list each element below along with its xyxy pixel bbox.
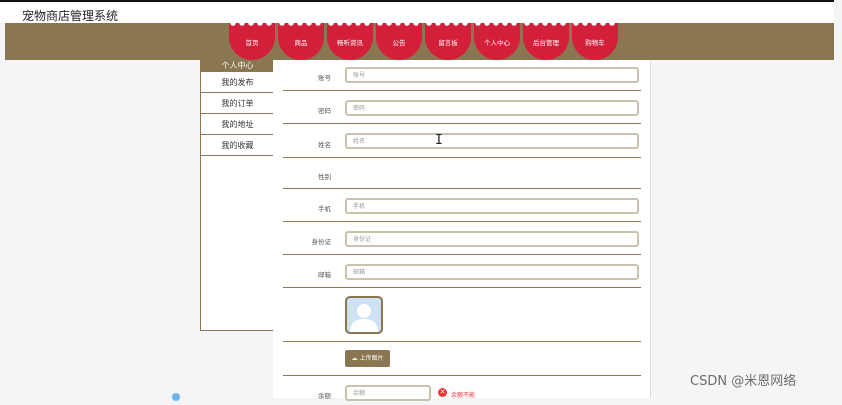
- balance-row: 余额 余额 ✕ 余额不能: [283, 375, 641, 405]
- gender-label: 性别: [318, 173, 331, 181]
- site-title: 宠物商店管理系统: [22, 9, 119, 23]
- name-label: 姓名: [318, 141, 331, 149]
- id-card-label: 身份证: [311, 238, 332, 246]
- nav-personal-center[interactable]: 个人中心: [474, 20, 520, 60]
- email-row: 邮箱 邮箱: [283, 254, 641, 288]
- sidebar-header[interactable]: 个人中心: [201, 60, 274, 72]
- password-input[interactable]: 密码: [345, 100, 639, 116]
- avatar-row: [283, 287, 641, 342]
- account-row: 账号 账号: [283, 60, 641, 91]
- upload-row: ☁ 上传图片: [283, 341, 641, 376]
- floating-dot: [172, 393, 180, 401]
- sidebar-item-my-orders[interactable]: 我的订单: [201, 93, 274, 114]
- sidebar-item-my-address[interactable]: 我的地址: [201, 114, 274, 135]
- sidebar: 个人中心 我的发布 我的订单 我的地址 我的收藏: [200, 60, 275, 331]
- nav-message-board[interactable]: 留言板: [425, 20, 471, 60]
- phone-label: 手机: [318, 205, 331, 213]
- nav-cart[interactable]: 购物车: [572, 20, 618, 60]
- phone-row: 手机 手机: [283, 188, 641, 222]
- upload-image-button[interactable]: ☁ 上传图片: [345, 350, 390, 367]
- sidebar-item-my-favorites[interactable]: 我的收藏: [201, 135, 274, 156]
- nav-news[interactable]: 畅听资讯: [327, 20, 373, 60]
- user-silhouette-icon: [350, 304, 378, 332]
- id-card-input[interactable]: 身份证: [345, 231, 639, 247]
- sidebar-item-my-posts[interactable]: 我的发布: [201, 72, 274, 93]
- email-label: 邮箱: [318, 271, 331, 279]
- password-row: 密码 密码: [283, 90, 641, 124]
- close-circle-icon: ✕: [438, 388, 447, 397]
- nav-announcements[interactable]: 公告: [376, 20, 422, 60]
- id-card-row: 身份证 身份证: [283, 221, 641, 255]
- name-row: 姓名 姓名: [283, 123, 641, 158]
- phone-input[interactable]: 手机: [345, 198, 639, 214]
- avatar[interactable]: [345, 296, 383, 334]
- name-input[interactable]: 姓名: [345, 133, 639, 149]
- password-label: 密码: [318, 107, 331, 115]
- balance-input[interactable]: 余额: [345, 385, 431, 401]
- text-cursor-icon: I: [435, 133, 443, 148]
- watermark: CSDN @米恩网络: [690, 374, 797, 389]
- nav-admin[interactable]: 后台管理: [523, 20, 569, 60]
- upload-button-label: 上传图片: [359, 355, 384, 362]
- cloud-upload-icon: ☁: [351, 355, 358, 362]
- balance-label: 余额: [318, 392, 331, 400]
- profile-form: 账号 账号 密码 密码 姓名 姓名 性别 手机 手机 身份证 身份证 邮箱 邮箱…: [273, 60, 651, 401]
- account-label: 账号: [318, 74, 331, 82]
- gender-row: 性别: [283, 157, 641, 189]
- main-nav: 首页 商品 畅听资讯 公告 留言板 个人中心 后台管理 购物车: [5, 20, 834, 60]
- email-input[interactable]: 邮箱: [345, 264, 639, 280]
- account-input[interactable]: 账号: [345, 67, 639, 83]
- nav-home[interactable]: 首页: [229, 20, 275, 60]
- nav-products[interactable]: 商品: [278, 20, 324, 60]
